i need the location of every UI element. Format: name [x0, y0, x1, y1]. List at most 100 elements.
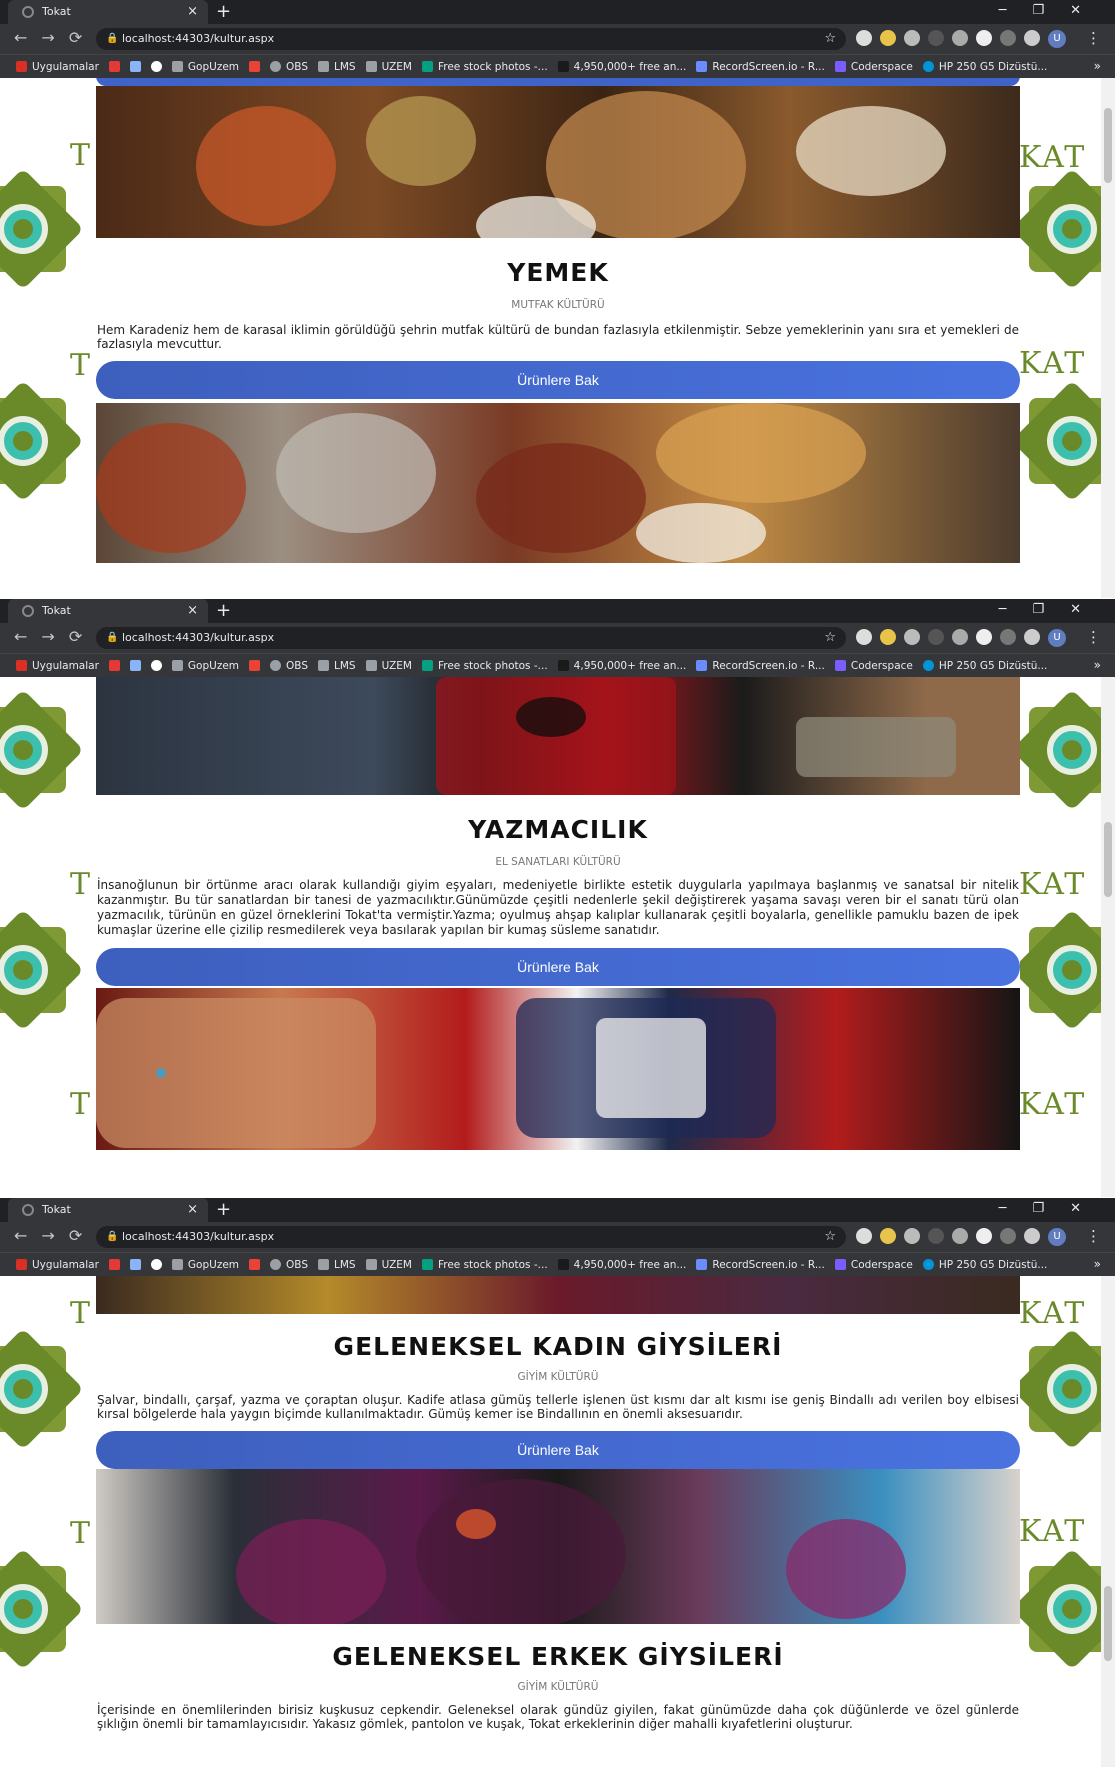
bookmark-hp[interactable]: HP 250 G5 Dizüstü...: [922, 61, 1047, 73]
kebab-menu-icon[interactable]: ⋮: [1086, 628, 1101, 646]
kebab-menu-icon[interactable]: ⋮: [1086, 29, 1101, 47]
extension-icon[interactable]: [1000, 629, 1016, 645]
browser-tab[interactable]: Tokat ×: [8, 0, 208, 24]
bookmark-uzem[interactable]: UZEM: [365, 1259, 412, 1271]
products-button[interactable]: Ürünlere Bak: [96, 1431, 1020, 1469]
bookmark-github[interactable]: [150, 1259, 162, 1270]
extension-icon[interactable]: [928, 30, 944, 46]
scrollbar[interactable]: [1101, 677, 1115, 1197]
scrollbar[interactable]: [1101, 1276, 1115, 1767]
bookmark-gopuzem[interactable]: GopUzem: [171, 61, 239, 73]
tab-close-icon[interactable]: ×: [187, 0, 198, 24]
new-tab-button[interactable]: +: [216, 599, 231, 623]
prev-button-edge[interactable]: [96, 78, 1020, 86]
bookmark-coderspace[interactable]: Coderspace: [834, 61, 913, 73]
bookmark-apps[interactable]: Uygulamalar: [16, 61, 99, 73]
bookmark-apps[interactable]: Uygulamalar: [16, 660, 99, 672]
bookmarks-overflow-icon[interactable]: »: [1094, 59, 1101, 73]
bookmark-hp[interactable]: HP 250 G5 Dizüstü...: [922, 1259, 1047, 1271]
extension-icon[interactable]: [976, 1228, 992, 1244]
products-button[interactable]: Ürünlere Bak: [96, 361, 1020, 399]
bookmark-icons8[interactable]: 4,950,000+ free an...: [557, 61, 686, 73]
profile-avatar[interactable]: U: [1048, 629, 1066, 647]
bookmark-gmail[interactable]: [249, 660, 261, 671]
address-bar[interactable]: 🔒 localhost:44303/kultur.aspx ☆: [96, 28, 846, 50]
extension-icon[interactable]: [1000, 30, 1016, 46]
bookmark-star-icon[interactable]: ☆: [824, 28, 836, 50]
window-controls[interactable]: ─❐✕: [999, 1198, 1107, 1220]
bookmark-recordscreen[interactable]: RecordScreen.io - R...: [696, 61, 825, 73]
bookmark-icon[interactable]: [129, 660, 141, 671]
puzzle-icon[interactable]: [1024, 1228, 1040, 1244]
profile-avatar[interactable]: U: [1048, 1228, 1066, 1246]
bookmark-icons8[interactable]: 4,950,000+ free an...: [557, 1259, 686, 1271]
products-button[interactable]: Ürünlere Bak: [96, 948, 1020, 986]
extension-icon[interactable]: [880, 30, 896, 46]
address-bar[interactable]: 🔒 localhost:44303/kultur.aspx ☆: [96, 1226, 846, 1248]
bookmark-pexels[interactable]: Free stock photos -...: [421, 1259, 548, 1271]
bookmark-gopuzem[interactable]: GopUzem: [171, 1259, 239, 1271]
bookmark-hp[interactable]: HP 250 G5 Dizüstü...: [922, 660, 1047, 672]
bookmark-gmail[interactable]: [249, 61, 261, 72]
browser-tab[interactable]: Tokat ×: [8, 1198, 208, 1222]
bookmark-github[interactable]: [150, 660, 162, 671]
extension-icon[interactable]: [904, 1228, 920, 1244]
bookmark-apps[interactable]: Uygulamalar: [16, 1259, 99, 1271]
bookmark-icon[interactable]: [129, 1259, 141, 1270]
bookmark-uzem[interactable]: UZEM: [365, 660, 412, 672]
puzzle-icon[interactable]: [1024, 629, 1040, 645]
bookmark-coderspace[interactable]: Coderspace: [834, 660, 913, 672]
bookmark-lms[interactable]: LMS: [317, 1259, 356, 1271]
browser-tab[interactable]: Tokat ×: [8, 599, 208, 623]
bookmark-youtube[interactable]: [108, 61, 120, 72]
bookmark-obs[interactable]: OBS: [270, 1259, 308, 1271]
kebab-menu-icon[interactable]: ⋮: [1086, 1227, 1101, 1245]
bookmark-youtube[interactable]: [108, 660, 120, 671]
bookmarks-overflow-icon[interactable]: »: [1094, 1257, 1101, 1271]
bookmark-pexels[interactable]: Free stock photos -...: [421, 660, 548, 672]
scrollbar[interactable]: [1101, 78, 1115, 598]
extension-icon[interactable]: [976, 30, 992, 46]
nav-buttons[interactable]: ←→⟳: [14, 1226, 96, 1245]
extension-icon[interactable]: [904, 30, 920, 46]
puzzle-icon[interactable]: [1024, 30, 1040, 46]
bookmark-lms[interactable]: LMS: [317, 61, 356, 73]
extensions[interactable]: U: [856, 629, 1066, 647]
extension-icon[interactable]: [904, 629, 920, 645]
bookmark-youtube[interactable]: [108, 1259, 120, 1270]
extension-icon[interactable]: [880, 1228, 896, 1244]
extensions[interactable]: U: [856, 30, 1066, 48]
nav-buttons[interactable]: ←→⟳: [14, 627, 96, 646]
new-tab-button[interactable]: +: [216, 0, 231, 24]
bookmark-pexels[interactable]: Free stock photos -...: [421, 61, 548, 73]
extension-icon[interactable]: [928, 629, 944, 645]
bookmark-lms[interactable]: LMS: [317, 660, 356, 672]
bookmark-recordscreen[interactable]: RecordScreen.io - R...: [696, 1259, 825, 1271]
new-tab-button[interactable]: +: [216, 1198, 231, 1222]
extension-icon[interactable]: [856, 30, 872, 46]
bookmark-gmail[interactable]: [249, 1259, 261, 1270]
bookmark-gopuzem[interactable]: GopUzem: [171, 660, 239, 672]
extension-icon[interactable]: [952, 629, 968, 645]
nav-buttons[interactable]: ←→⟳: [14, 28, 96, 47]
bookmarks-overflow-icon[interactable]: »: [1094, 658, 1101, 672]
address-bar[interactable]: 🔒 localhost:44303/kultur.aspx ☆: [96, 627, 846, 649]
bookmark-icon[interactable]: [129, 61, 141, 72]
extension-icon[interactable]: [1000, 1228, 1016, 1244]
bookmark-coderspace[interactable]: Coderspace: [834, 1259, 913, 1271]
bookmark-icons8[interactable]: 4,950,000+ free an...: [557, 660, 686, 672]
bookmark-obs[interactable]: OBS: [270, 61, 308, 73]
bookmark-star-icon[interactable]: ☆: [824, 627, 836, 649]
extension-icon[interactable]: [952, 30, 968, 46]
bookmark-recordscreen[interactable]: RecordScreen.io - R...: [696, 660, 825, 672]
extension-icon[interactable]: [856, 1228, 872, 1244]
extension-icon[interactable]: [952, 1228, 968, 1244]
extensions[interactable]: U: [856, 1228, 1066, 1246]
profile-avatar[interactable]: U: [1048, 30, 1066, 48]
tab-close-icon[interactable]: ×: [187, 599, 198, 623]
bookmark-github[interactable]: [150, 61, 162, 72]
bookmark-uzem[interactable]: UZEM: [365, 61, 412, 73]
bookmark-obs[interactable]: OBS: [270, 660, 308, 672]
window-controls[interactable]: ─❐✕: [999, 0, 1107, 22]
tab-close-icon[interactable]: ×: [187, 1198, 198, 1222]
